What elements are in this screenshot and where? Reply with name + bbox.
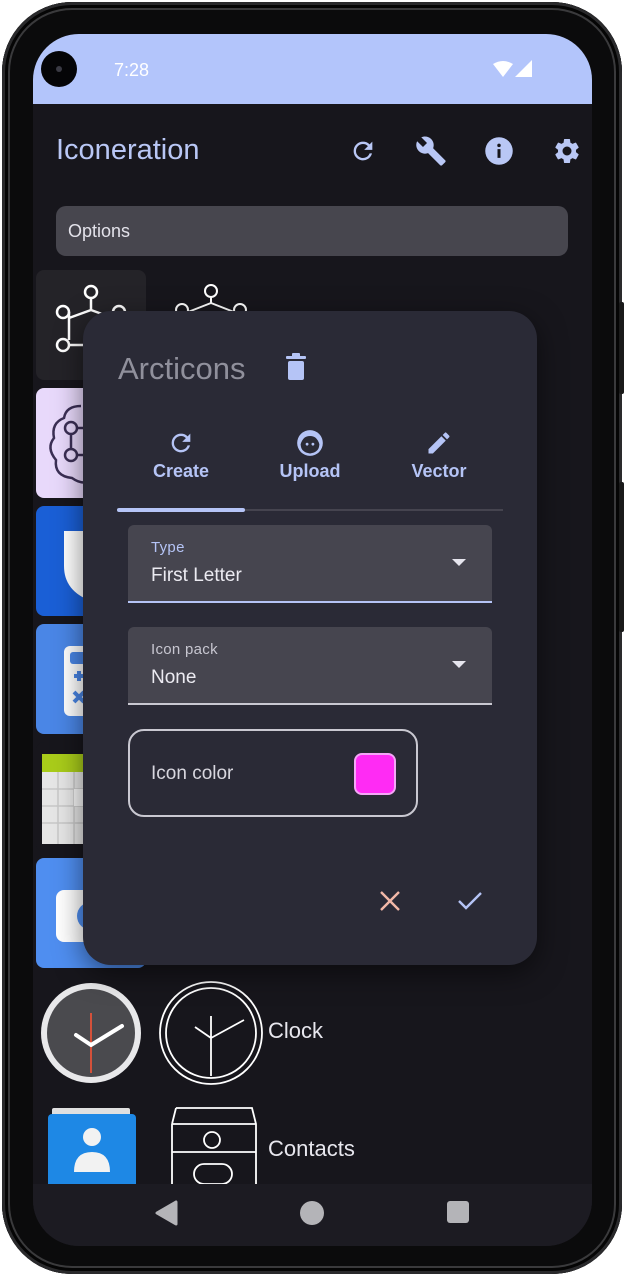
- field-underline: [128, 601, 492, 603]
- phone-frame: 7:28 Iconeration Options Clock Contacts …: [2, 2, 624, 1274]
- type-dropdown[interactable]: Type First Letter: [128, 525, 492, 603]
- refresh-icon: [353, 141, 373, 161]
- status-bar: 7:28: [33, 34, 592, 104]
- recents-button[interactable]: [446, 1200, 470, 1224]
- list-item[interactable]: Clock: [36, 978, 592, 1090]
- app-title: Iconeration: [56, 134, 200, 166]
- icon-pack-dropdown[interactable]: Icon pack None: [128, 627, 492, 705]
- close-icon: [380, 891, 400, 911]
- refresh-button[interactable]: [329, 134, 397, 168]
- tab-label: Upload: [279, 461, 341, 481]
- info-icon: [485, 137, 513, 165]
- status-time: 7:28: [114, 60, 150, 80]
- app-label-contacts: Contacts: [268, 1136, 355, 1161]
- wifi-icon: [493, 61, 513, 77]
- options-bar[interactable]: Options: [56, 206, 568, 256]
- tab-create[interactable]: Create: [117, 421, 245, 511]
- app-label-clock: Clock: [268, 1018, 324, 1043]
- tools-button[interactable]: [397, 134, 465, 168]
- refresh-icon: [171, 433, 191, 453]
- clock-icon: [36, 978, 146, 1088]
- icon-pack-label: Icon pack: [151, 641, 218, 658]
- home-button[interactable]: [299, 1200, 325, 1226]
- info-button[interactable]: [465, 134, 533, 168]
- clock-line-icon: [156, 978, 266, 1088]
- cellular-signal-icon: [515, 60, 532, 77]
- type-value: First Letter: [151, 565, 242, 586]
- wrench-icon: [416, 136, 446, 166]
- color-swatch[interactable]: [354, 753, 396, 795]
- dialog-title: Arcticons: [118, 351, 246, 386]
- field-underline: [128, 703, 492, 705]
- icon-color-label: Icon color: [151, 763, 234, 784]
- tab-selected-indicator: [117, 508, 245, 512]
- back-button[interactable]: [154, 1200, 178, 1226]
- tab-vector[interactable]: Vector: [375, 421, 503, 511]
- dropdown-arrow-icon: [452, 559, 466, 566]
- icon-pack-value: None: [151, 667, 197, 688]
- power-button: [619, 302, 624, 394]
- dropdown-arrow-icon: [452, 661, 466, 668]
- tab-upload[interactable]: Upload: [246, 421, 374, 511]
- cancel-button[interactable]: [370, 881, 410, 921]
- tab-label: Create: [152, 461, 210, 481]
- check-icon: [458, 892, 482, 910]
- front-camera: [41, 51, 77, 87]
- navigation-bar: [33, 1184, 592, 1246]
- trash-icon: [286, 353, 306, 380]
- delete-button[interactable]: [285, 353, 307, 386]
- face-icon: [297, 430, 323, 456]
- type-label: Type: [151, 539, 185, 556]
- settings-button[interactable]: [533, 134, 592, 168]
- icon-edit-dialog: Arcticons Create Upload Vector Type Firs…: [83, 311, 537, 965]
- app-bar: Iconeration: [33, 104, 592, 194]
- tab-bar: Create Upload Vector: [117, 421, 503, 513]
- tab-label: Vector: [411, 461, 467, 481]
- confirm-button[interactable]: [450, 881, 490, 921]
- gear-icon: [555, 138, 579, 163]
- volume-button: [619, 482, 624, 632]
- pencil-icon: [428, 432, 450, 454]
- icon-color-button[interactable]: Icon color: [128, 729, 418, 817]
